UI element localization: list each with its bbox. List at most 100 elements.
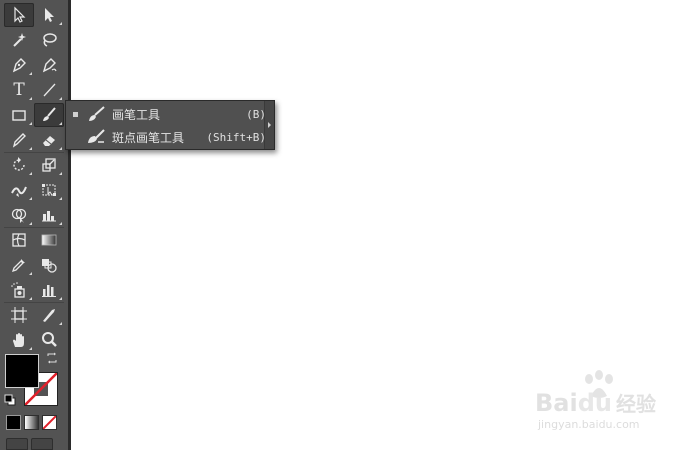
mesh-icon <box>12 233 26 247</box>
swap-fill-stroke-icon[interactable] <box>46 352 58 364</box>
scale-tool[interactable] <box>34 153 64 177</box>
gradient-mode-button[interactable] <box>24 415 39 430</box>
type-tool-glyph: T <box>13 80 25 100</box>
mesh-tool[interactable] <box>4 228 34 252</box>
selected-bullet <box>73 111 78 117</box>
tool-row-14 <box>4 328 64 352</box>
color-mode-buttons <box>6 415 57 430</box>
drawing-mode-buttons <box>6 438 66 450</box>
shape-builder-tool[interactable] <box>4 203 34 227</box>
rectangle-icon <box>12 110 26 121</box>
watermark-url: jingyan.baidu.com <box>538 418 640 431</box>
shape-builder-icon <box>11 208 27 223</box>
artboard-icon <box>11 307 27 323</box>
more-tools-indicator <box>59 322 62 325</box>
pen-tool[interactable] <box>4 53 34 77</box>
gradient-tool[interactable] <box>34 228 64 252</box>
hand-tool[interactable] <box>4 328 34 352</box>
paintbrush-tool[interactable] <box>34 103 64 127</box>
more-tools-indicator <box>29 122 32 125</box>
fill-color-swatch[interactable] <box>5 354 39 388</box>
none-mode-button[interactable] <box>42 415 57 430</box>
rotate-icon <box>13 157 25 171</box>
pencil-icon <box>12 133 26 148</box>
toolbar-edge <box>68 0 71 450</box>
more-tools-indicator <box>29 72 32 75</box>
magic-wand-tool[interactable] <box>4 28 34 52</box>
pencil-tool[interactable] <box>4 128 34 152</box>
tool-row-13 <box>4 303 64 327</box>
perspective-grid-icon <box>42 211 56 222</box>
tool-row-8 <box>4 178 64 202</box>
column-graph-icon <box>42 285 56 297</box>
flyout-item-label: 画笔工具 <box>112 107 161 122</box>
pen-nib-icon <box>12 58 26 73</box>
slice-tool[interactable] <box>34 303 64 327</box>
lasso-icon <box>43 33 57 47</box>
more-tools-indicator <box>59 122 62 125</box>
more-tools-indicator <box>29 197 32 200</box>
eyedropper-tool[interactable] <box>4 253 34 277</box>
more-tools-indicator <box>29 147 32 150</box>
symbol-sprayer-tool[interactable] <box>4 278 34 302</box>
eraser-icon <box>43 136 55 146</box>
flyout-item-blob-brush[interactable]: 斑点画笔工具 (Shift+B) <box>66 125 266 149</box>
blend-tool[interactable] <box>34 253 64 277</box>
tool-row-3 <box>4 53 64 77</box>
blend-icon <box>42 259 57 273</box>
column-graph-tool[interactable] <box>34 278 64 302</box>
rectangle-tool[interactable] <box>4 103 34 127</box>
width-tool[interactable] <box>4 178 34 202</box>
tool-row-12 <box>4 278 64 302</box>
flyout-item-paintbrush[interactable]: 画笔工具 (B) <box>66 102 266 126</box>
tools-panel: T <box>0 0 68 450</box>
watermark-logo-cn: 经验 <box>615 392 656 416</box>
selection-arrow-icon <box>14 6 26 23</box>
curvature-tool[interactable] <box>34 53 64 77</box>
more-tools-indicator <box>29 222 32 225</box>
more-tools-indicator <box>29 172 32 175</box>
line-segment-tool[interactable] <box>34 78 64 102</box>
draw-behind-button[interactable] <box>31 438 53 450</box>
baidu-jingyan-watermark: Baidu 经验 jingyan.baidu.com <box>535 370 685 440</box>
more-tools-indicator <box>29 297 32 300</box>
default-fill-stroke-icon[interactable] <box>4 394 16 406</box>
slice-knife-icon <box>43 309 55 322</box>
more-tools-indicator <box>29 97 32 100</box>
rotate-tool[interactable] <box>4 153 34 177</box>
direct-selection-tool[interactable] <box>34 3 64 27</box>
free-transform-tool[interactable] <box>34 178 64 202</box>
tool-row-2 <box>4 28 64 52</box>
flyout-item-shortcut: (Shift+B) <box>206 130 266 144</box>
eraser-tool[interactable] <box>34 128 64 152</box>
tool-row-5 <box>4 103 64 127</box>
none-slash-icon <box>43 416 56 429</box>
more-tools-indicator <box>59 297 62 300</box>
tool-row-1 <box>4 3 64 27</box>
draw-normal-button[interactable] <box>6 438 28 450</box>
free-transform-icon <box>42 184 56 196</box>
gradient-icon <box>41 234 57 246</box>
paintbrush-icon <box>86 105 106 123</box>
more-tools-indicator <box>59 22 62 25</box>
direct-selection-arrow-icon <box>45 8 54 22</box>
tool-row-6 <box>4 128 64 152</box>
tool-row-10 <box>4 228 64 252</box>
watermark-logo-bai: Bai <box>535 389 578 417</box>
lasso-tool[interactable] <box>34 28 64 52</box>
curvature-pen-icon <box>42 58 57 73</box>
artboard-tool[interactable] <box>4 303 34 327</box>
color-mode-button[interactable] <box>6 415 21 430</box>
more-tools-indicator <box>29 272 32 275</box>
more-tools-indicator <box>59 172 62 175</box>
tearoff-arrow-icon <box>268 122 271 128</box>
selection-tool[interactable] <box>4 3 34 27</box>
tool-row-11 <box>4 253 64 277</box>
tearoff-button[interactable] <box>264 101 274 149</box>
type-tool[interactable]: T <box>4 78 34 102</box>
width-tool-icon <box>11 186 27 197</box>
tool-row-7 <box>4 153 64 177</box>
perspective-grid-tool[interactable] <box>34 203 64 227</box>
more-tools-indicator <box>59 97 62 100</box>
zoom-tool[interactable] <box>34 328 64 352</box>
